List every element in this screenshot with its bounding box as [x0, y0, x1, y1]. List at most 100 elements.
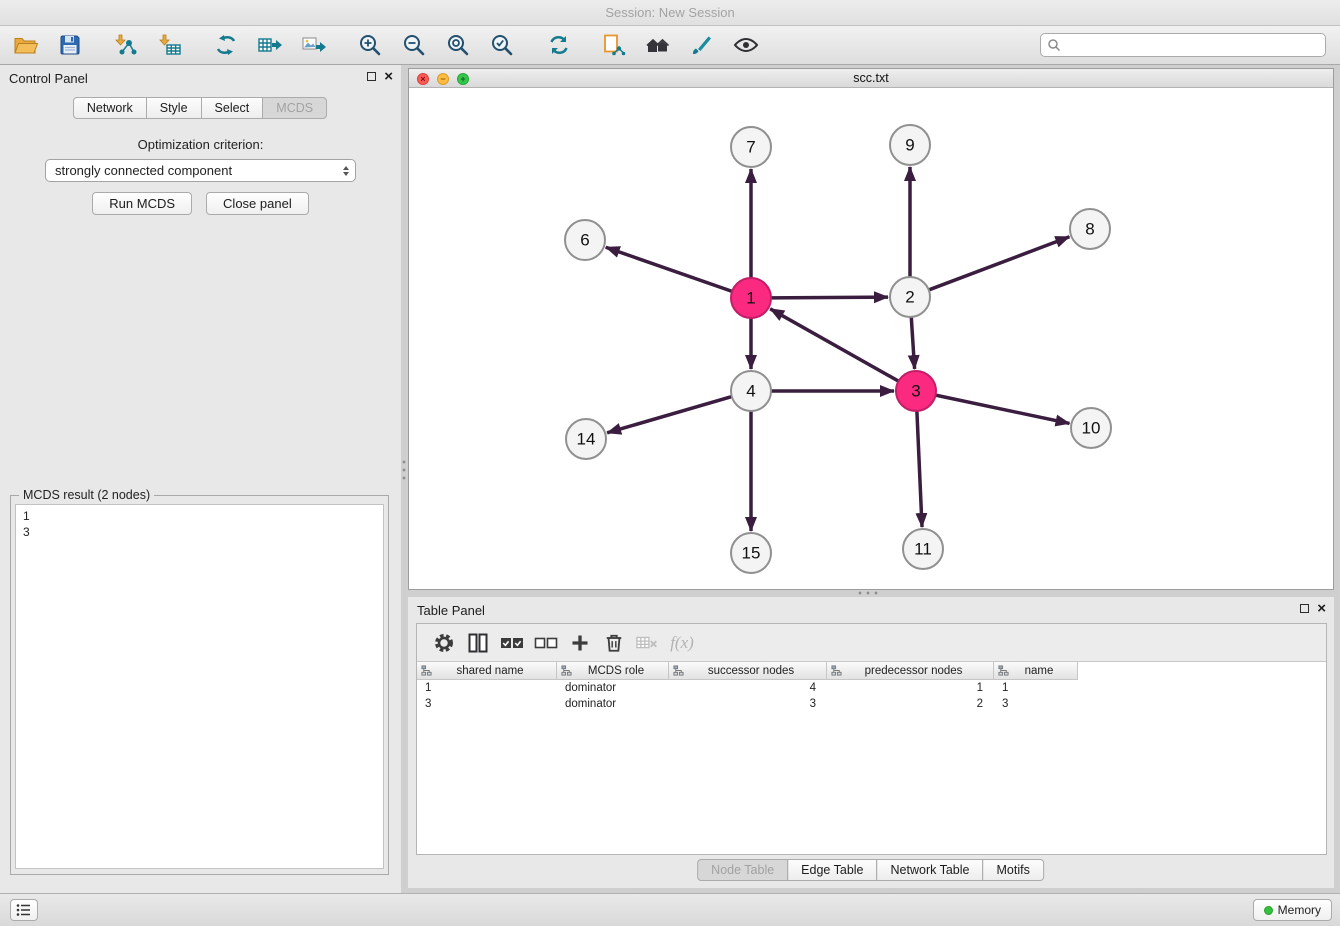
- zoom-in-button[interactable]: [352, 29, 388, 61]
- mcds-result-list[interactable]: 1 3: [15, 504, 384, 869]
- cell-shared-name[interactable]: 3: [417, 698, 557, 710]
- graph-edge[interactable]: [607, 397, 732, 433]
- tab-select[interactable]: Select: [201, 97, 264, 119]
- graph-node[interactable]: 2: [890, 277, 930, 317]
- tab-edge-table[interactable]: Edge Table: [787, 859, 877, 881]
- float-panel-icon[interactable]: [367, 72, 376, 81]
- task-history-button[interactable]: [10, 899, 38, 921]
- graph-edge[interactable]: [911, 317, 914, 369]
- tab-network[interactable]: Network: [73, 97, 147, 119]
- graph-edge[interactable]: [936, 395, 1070, 423]
- save-session-button[interactable]: [52, 29, 88, 61]
- cell-successor-nodes[interactable]: 3: [669, 698, 827, 710]
- cell-predecessor-nodes[interactable]: 2: [827, 698, 994, 710]
- graph-node[interactable]: 14: [566, 419, 606, 459]
- export-table-button[interactable]: [252, 29, 288, 61]
- cell-shared-name[interactable]: 1: [417, 682, 557, 694]
- first-neighbors-button[interactable]: [640, 29, 676, 61]
- export-table-icon: [257, 33, 283, 57]
- close-panel-button[interactable]: Close panel: [206, 192, 309, 215]
- table-delete-icon: [636, 633, 660, 653]
- tab-network-table[interactable]: Network Table: [877, 859, 984, 881]
- duplicate-network-button[interactable]: [596, 29, 632, 61]
- function-builder-button[interactable]: f(x): [665, 628, 699, 658]
- column-header-name[interactable]: name: [994, 662, 1078, 680]
- graph-node[interactable]: 3: [896, 371, 936, 411]
- tab-style[interactable]: Style: [146, 97, 202, 119]
- close-table-panel-icon[interactable]: ×: [1317, 603, 1326, 614]
- graph-edge[interactable]: [917, 411, 922, 527]
- mcds-result-group: MCDS result (2 nodes) 1 3: [10, 495, 389, 875]
- two-houses-icon: [645, 33, 671, 57]
- network-arrows-button[interactable]: [208, 29, 244, 61]
- table-header-row: shared name MCDS role successor nodes pr…: [417, 662, 1326, 680]
- memory-button[interactable]: Memory: [1253, 899, 1332, 921]
- search-icon: [1047, 38, 1061, 52]
- refresh-layout-button[interactable]: [540, 29, 576, 61]
- select-all-button[interactable]: [495, 628, 529, 658]
- graph-edge[interactable]: [606, 247, 732, 291]
- show-hide-button[interactable]: [728, 29, 764, 61]
- network-window-titlebar[interactable]: × − + scc.txt: [409, 69, 1333, 88]
- search-field[interactable]: [1040, 33, 1326, 57]
- vertical-splitter-handle[interactable]: [401, 458, 407, 484]
- delete-table-button-disabled[interactable]: [631, 628, 665, 658]
- search-input[interactable]: [1061, 36, 1325, 54]
- tab-motifs[interactable]: Motifs: [982, 859, 1043, 881]
- zoom-out-button[interactable]: [396, 29, 432, 61]
- close-window-icon[interactable]: ×: [417, 73, 429, 85]
- table-row[interactable]: 1 dominator 4 1 1: [417, 680, 1326, 696]
- graph-edge[interactable]: [929, 237, 1070, 290]
- cell-successor-nodes[interactable]: 4: [669, 682, 827, 694]
- graph-node[interactable]: 9: [890, 125, 930, 165]
- import-table-button[interactable]: [152, 29, 188, 61]
- criterion-dropdown[interactable]: strongly connected component: [45, 159, 356, 182]
- column-header-mcds-role[interactable]: MCDS role: [557, 662, 669, 680]
- cell-predecessor-nodes[interactable]: 1: [827, 682, 994, 694]
- open-session-button[interactable]: [8, 29, 44, 61]
- deselect-all-button[interactable]: [529, 628, 563, 658]
- cell-mcds-role[interactable]: dominator: [557, 698, 669, 710]
- graph-edge[interactable]: [770, 309, 898, 381]
- graph-edge[interactable]: [771, 297, 888, 298]
- cell-mcds-role[interactable]: dominator: [557, 682, 669, 694]
- memory-label: Memory: [1278, 903, 1321, 917]
- zoom-selected-button[interactable]: [484, 29, 520, 61]
- run-mcds-button[interactable]: Run MCDS: [92, 192, 192, 215]
- network-canvas[interactable]: 7 9 6 8 1 2 4 3 14 10 15 11: [409, 88, 1333, 589]
- graph-node[interactable]: 7: [731, 127, 771, 167]
- column-header-shared-name[interactable]: shared name: [417, 662, 557, 680]
- apply-style-button[interactable]: [684, 29, 720, 61]
- delete-column-button[interactable]: [597, 628, 631, 658]
- close-panel-icon[interactable]: ×: [384, 71, 393, 82]
- zoom-fit-button[interactable]: [440, 29, 476, 61]
- table-row[interactable]: 3 dominator 3 2 3: [417, 696, 1326, 712]
- export-image-button[interactable]: [296, 29, 332, 61]
- column-header-successor-nodes[interactable]: successor nodes: [669, 662, 827, 680]
- import-network-button[interactable]: [108, 29, 144, 61]
- horizontal-splitter-handle[interactable]: [856, 590, 882, 596]
- create-column-button[interactable]: [563, 628, 597, 658]
- graph-node[interactable]: 4: [731, 371, 771, 411]
- table-panel-title: Table Panel: [417, 603, 485, 618]
- graph-node[interactable]: 15: [731, 533, 771, 573]
- document-network-icon: [601, 33, 627, 57]
- tab-node-table[interactable]: Node Table: [697, 859, 788, 881]
- svg-text:1: 1: [746, 289, 755, 308]
- graph-node[interactable]: 11: [903, 529, 943, 569]
- graph-node[interactable]: 8: [1070, 209, 1110, 249]
- graph-node[interactable]: 6: [565, 220, 605, 260]
- graph-node[interactable]: 1: [731, 278, 771, 318]
- show-columns-button[interactable]: [461, 628, 495, 658]
- svg-text:8: 8: [1085, 220, 1094, 239]
- tab-mcds[interactable]: MCDS: [262, 97, 327, 119]
- cell-name[interactable]: 1: [994, 682, 1078, 694]
- column-header-predecessor-nodes[interactable]: predecessor nodes: [827, 662, 994, 680]
- minimize-window-icon[interactable]: −: [437, 73, 449, 85]
- graph-node[interactable]: 10: [1071, 408, 1111, 448]
- eye-icon: [733, 33, 759, 57]
- table-settings-button[interactable]: [427, 628, 461, 658]
- maximize-window-icon[interactable]: +: [457, 73, 469, 85]
- float-table-panel-icon[interactable]: [1300, 604, 1309, 613]
- cell-name[interactable]: 3: [994, 698, 1078, 710]
